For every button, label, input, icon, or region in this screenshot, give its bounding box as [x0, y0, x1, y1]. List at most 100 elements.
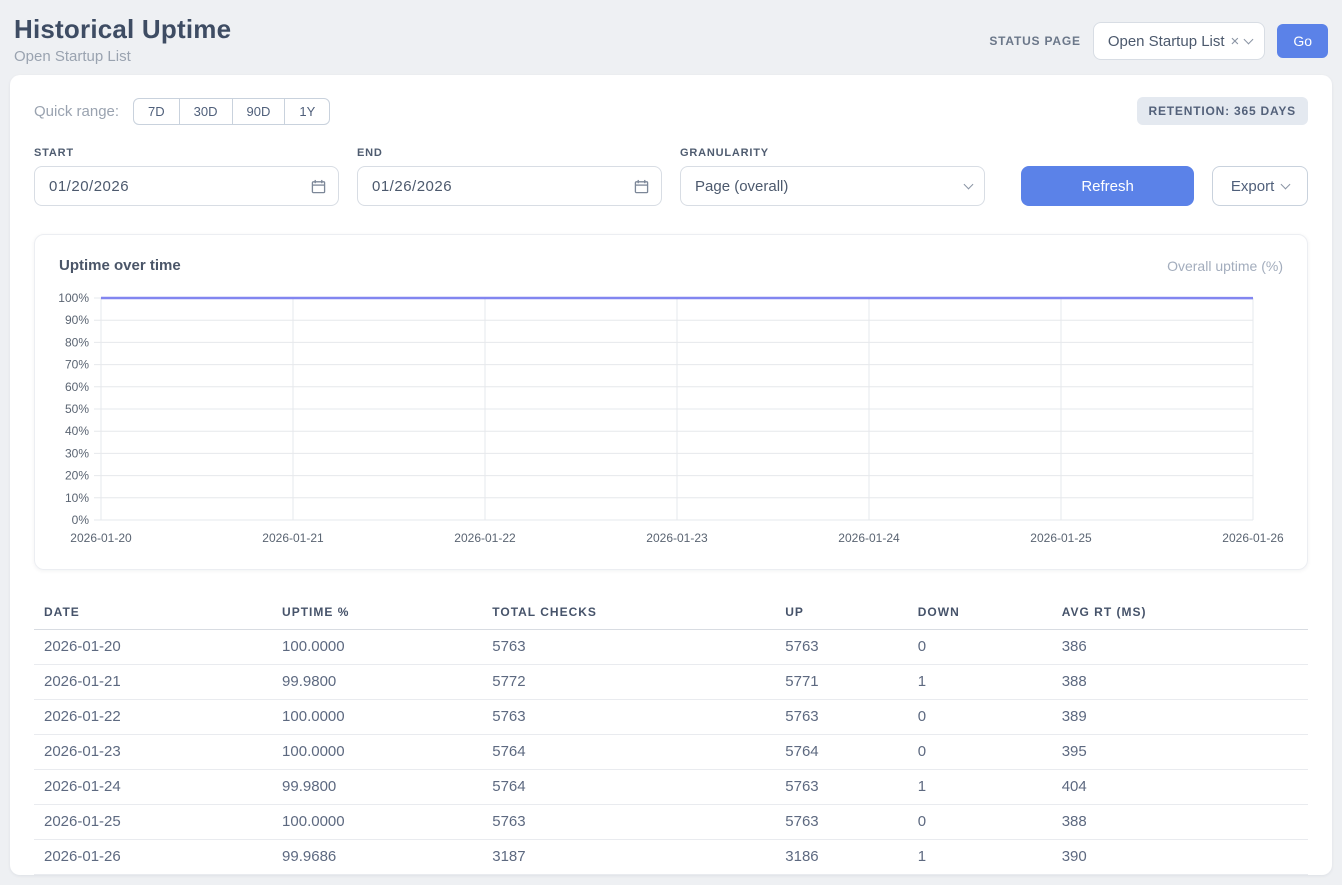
- cell-total-checks: 5772: [486, 665, 779, 700]
- start-label: START: [34, 147, 339, 159]
- svg-text:0%: 0%: [72, 513, 90, 527]
- chevron-down-icon: [1281, 180, 1291, 190]
- svg-text:100%: 100%: [58, 291, 89, 305]
- cell-date: 2026-01-25: [34, 805, 276, 840]
- svg-text:90%: 90%: [65, 313, 89, 327]
- page: Historical Uptime Open Startup List STAT…: [0, 0, 1342, 885]
- svg-text:60%: 60%: [65, 380, 89, 394]
- go-button[interactable]: Go: [1277, 24, 1328, 58]
- table-row: 2026-01-22100.0000576357630389: [34, 700, 1308, 735]
- cell-uptime: 99.9800: [276, 770, 486, 805]
- uptime-chart-card: Uptime over time Overall uptime (%) 0%10…: [34, 234, 1308, 570]
- svg-text:2026-01-20: 2026-01-20: [70, 531, 132, 545]
- page-heading: Historical Uptime Open Startup List: [14, 14, 231, 65]
- cell-date: 2026-01-23: [34, 735, 276, 770]
- quick-range-90d[interactable]: 90D: [232, 98, 286, 125]
- column-header-4: DOWN: [912, 596, 1056, 630]
- quick-range-row: Quick range: 7D30D90D1Y RETENTION: 365 D…: [34, 97, 1308, 125]
- export-label: Export: [1231, 178, 1274, 195]
- cell-uptime: 99.9686: [276, 840, 486, 875]
- end-date-input[interactable]: 01/26/2026: [357, 166, 662, 206]
- cell-up: 5763: [779, 770, 911, 805]
- quick-range-group: 7D30D90D1Y: [133, 98, 330, 125]
- clear-icon[interactable]: ×: [1231, 34, 1240, 49]
- refresh-button[interactable]: Refresh: [1021, 166, 1194, 206]
- export-button[interactable]: Export: [1212, 166, 1308, 206]
- end-date-field: END 01/26/2026: [357, 147, 662, 206]
- status-page-select[interactable]: Open Startup List ×: [1093, 22, 1266, 60]
- topbar: Historical Uptime Open Startup List STAT…: [10, 10, 1332, 75]
- table-row: 2026-01-23100.0000576457640395: [34, 735, 1308, 770]
- column-header-2: TOTAL CHECKS: [486, 596, 779, 630]
- svg-text:80%: 80%: [65, 335, 89, 349]
- start-date-field: START 01/20/2026: [34, 147, 339, 206]
- column-header-1: UPTIME %: [276, 596, 486, 630]
- uptime-table: DATEUPTIME %TOTAL CHECKSUPDOWNAVG RT (MS…: [34, 596, 1308, 875]
- start-date-value: 01/20/2026: [49, 178, 129, 195]
- cell-uptime: 99.9800: [276, 665, 486, 700]
- svg-text:2026-01-22: 2026-01-22: [454, 531, 516, 545]
- status-page-picker: STATUS PAGE Open Startup List × Go: [989, 22, 1328, 60]
- cell-down: 0: [912, 700, 1056, 735]
- column-header-3: UP: [779, 596, 911, 630]
- cell-total-checks: 5763: [486, 630, 779, 665]
- cell-down: 1: [912, 770, 1056, 805]
- cell-total-checks: 5764: [486, 770, 779, 805]
- cell-up: 5763: [779, 700, 911, 735]
- cell-down: 1: [912, 665, 1056, 700]
- cell-total-checks: 5763: [486, 805, 779, 840]
- quick-range-7d[interactable]: 7D: [133, 98, 180, 125]
- svg-text:40%: 40%: [65, 424, 89, 438]
- cell-down: 0: [912, 630, 1056, 665]
- cell-date: 2026-01-24: [34, 770, 276, 805]
- cell-down: 0: [912, 735, 1056, 770]
- uptime-line-chart: 0%10%20%30%40%50%60%70%80%90%100%2026-01…: [51, 288, 1291, 559]
- cell-uptime: 100.0000: [276, 735, 486, 770]
- svg-text:20%: 20%: [65, 469, 89, 483]
- cell-uptime: 100.0000: [276, 630, 486, 665]
- svg-text:50%: 50%: [65, 402, 89, 416]
- cell-uptime: 100.0000: [276, 805, 486, 840]
- calendar-icon[interactable]: [311, 179, 326, 194]
- cell-total-checks: 5764: [486, 735, 779, 770]
- cell-up: 5771: [779, 665, 911, 700]
- uptime-table-body: 2026-01-20100.00005763576303862026-01-21…: [34, 630, 1308, 875]
- svg-text:2026-01-24: 2026-01-24: [838, 531, 900, 545]
- cell-avg-rt: 389: [1056, 700, 1308, 735]
- quick-range-label: Quick range:: [34, 103, 119, 120]
- main-card: Quick range: 7D30D90D1Y RETENTION: 365 D…: [10, 75, 1332, 875]
- column-header-0: DATE: [34, 596, 276, 630]
- cell-date: 2026-01-26: [34, 840, 276, 875]
- granularity-label: GRANULARITY: [680, 147, 985, 159]
- table-row: 2026-01-2199.9800577257711388: [34, 665, 1308, 700]
- cell-up: 3186: [779, 840, 911, 875]
- cell-avg-rt: 388: [1056, 805, 1308, 840]
- quick-range-1y[interactable]: 1Y: [284, 98, 330, 125]
- table-row: 2026-01-25100.0000576357630388: [34, 805, 1308, 840]
- page-title: Historical Uptime: [14, 14, 231, 45]
- cell-avg-rt: 390: [1056, 840, 1308, 875]
- cell-uptime: 100.0000: [276, 700, 486, 735]
- cell-up: 5763: [779, 630, 911, 665]
- calendar-icon[interactable]: [634, 179, 649, 194]
- start-date-input[interactable]: 01/20/2026: [34, 166, 339, 206]
- end-date-value: 01/26/2026: [372, 178, 452, 195]
- svg-text:2026-01-21: 2026-01-21: [262, 531, 324, 545]
- cell-down: 1: [912, 840, 1056, 875]
- controls-row: START 01/20/2026 END 01/26/2026: [34, 147, 1308, 206]
- uptime-table-header: DATEUPTIME %TOTAL CHECKSUPDOWNAVG RT (MS…: [34, 596, 1308, 630]
- cell-date: 2026-01-22: [34, 700, 276, 735]
- svg-text:30%: 30%: [65, 446, 89, 460]
- cell-total-checks: 3187: [486, 840, 779, 875]
- granularity-selected-value: Page (overall): [695, 178, 788, 195]
- status-page-label: STATUS PAGE: [989, 34, 1080, 48]
- table-row: 2026-01-20100.0000576357630386: [34, 630, 1308, 665]
- granularity-select[interactable]: Page (overall): [680, 166, 985, 206]
- retention-badge: RETENTION: 365 DAYS: [1137, 97, 1308, 125]
- granularity-field: GRANULARITY Page (overall): [680, 147, 985, 206]
- cell-avg-rt: 395: [1056, 735, 1308, 770]
- cell-total-checks: 5763: [486, 700, 779, 735]
- svg-text:2026-01-25: 2026-01-25: [1030, 531, 1092, 545]
- quick-range-30d[interactable]: 30D: [179, 98, 233, 125]
- page-subtitle: Open Startup List: [14, 48, 231, 65]
